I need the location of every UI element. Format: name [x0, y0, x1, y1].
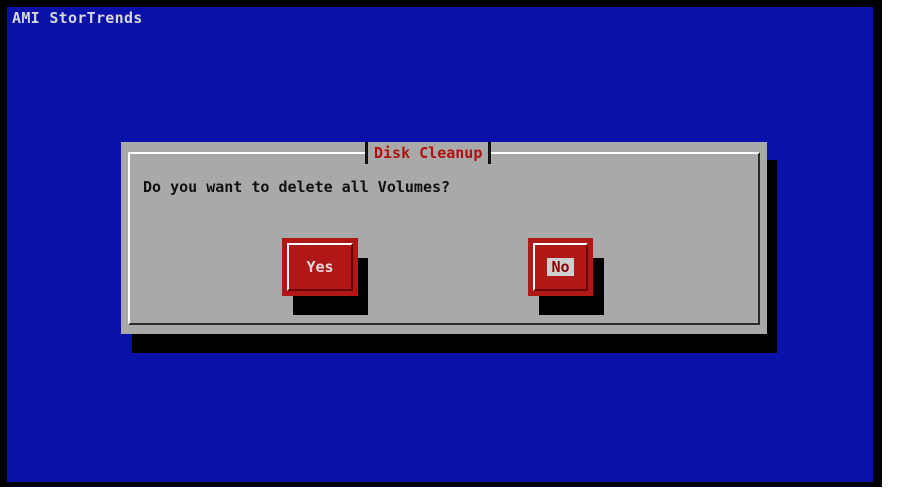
screen-frame: AMI StorTrends Disk Cleanup Do you want … — [0, 0, 904, 493]
no-button-frame: No — [533, 243, 588, 291]
dialog-title: Disk Cleanup — [365, 142, 492, 164]
no-button[interactable]: No — [528, 238, 593, 296]
yes-button-frame: Yes — [287, 243, 353, 291]
dialog-message: Do you want to delete all Volumes? — [143, 178, 451, 196]
no-button-label: No — [547, 258, 574, 276]
app-title: AMI StorTrends — [12, 9, 143, 27]
disk-cleanup-dialog: Disk Cleanup Do you want to delete all V… — [121, 142, 767, 334]
yes-button[interactable]: Yes — [282, 238, 358, 296]
yes-button-label: Yes — [306, 258, 334, 276]
console-screen: AMI StorTrends Disk Cleanup Do you want … — [0, 0, 882, 487]
